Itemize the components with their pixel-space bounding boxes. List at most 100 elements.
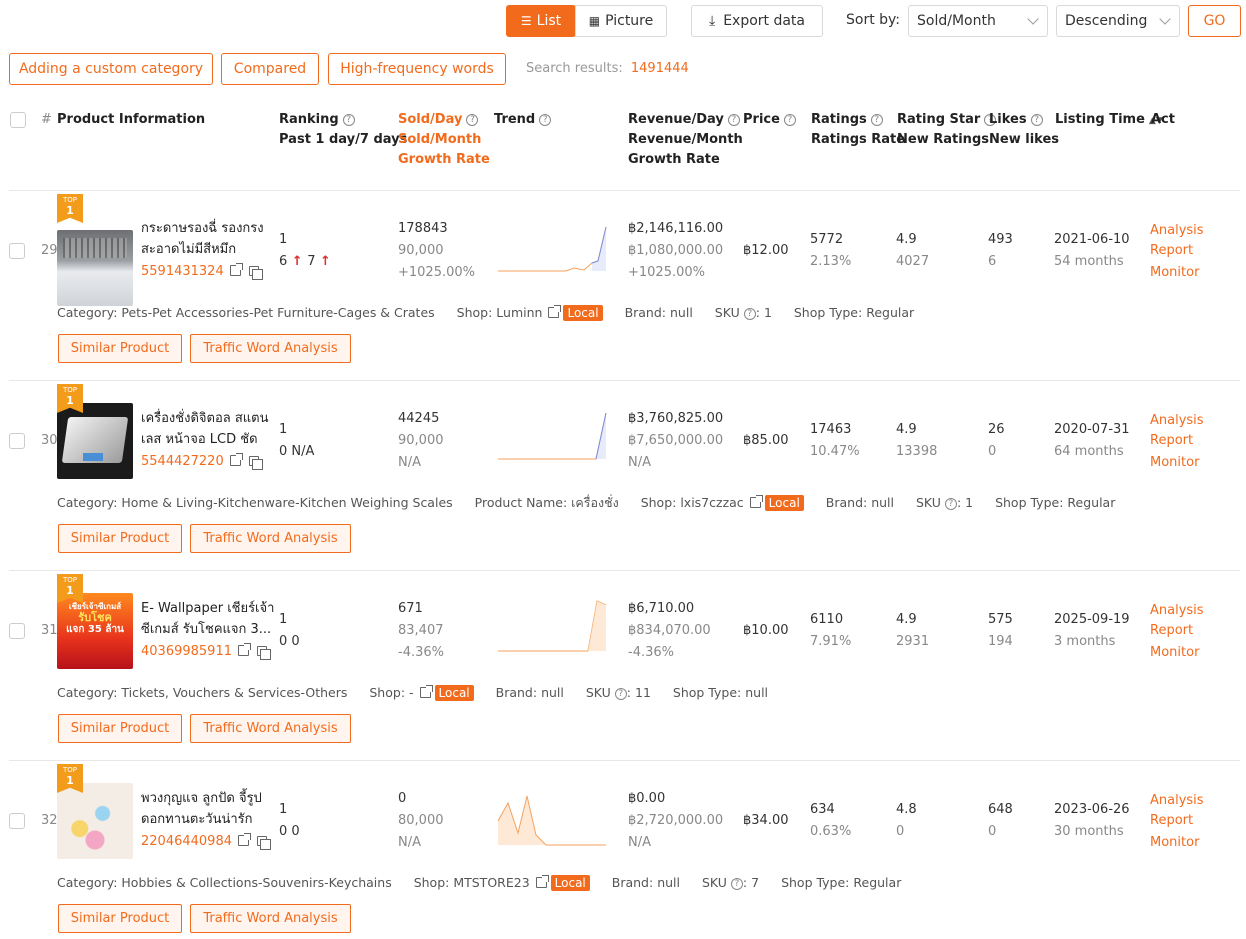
report-link[interactable]: Report: [1150, 620, 1193, 641]
external-link-icon[interactable]: [229, 263, 243, 276]
product-id[interactable]: 40369985911: [141, 643, 271, 660]
row-checkbox[interactable]: [9, 623, 25, 639]
product-name[interactable]: พวงกุญแจ ลูกปัด จี้รูปดอกทานตะวันน่ารัก …: [141, 788, 275, 830]
chevron-down-icon: [1159, 13, 1171, 25]
product-thumbnail[interactable]: [57, 403, 133, 479]
monitor-link[interactable]: Monitor: [1150, 832, 1199, 853]
help-icon[interactable]: ?: [783, 114, 796, 126]
similar-product-button[interactable]: Similar Product: [58, 714, 182, 743]
help-icon[interactable]: ?: [870, 114, 883, 126]
new-ratings: 0: [896, 824, 905, 839]
external-link-icon[interactable]: [419, 685, 433, 698]
help-icon[interactable]: ?: [539, 114, 552, 126]
list-view-button[interactable]: ☰ List: [506, 5, 576, 37]
external-link-icon[interactable]: [535, 875, 549, 888]
external-link-icon[interactable]: [548, 305, 562, 318]
monitor-link[interactable]: Monitor: [1150, 642, 1199, 663]
external-link-icon[interactable]: [749, 495, 763, 508]
price: ฿85.00: [743, 433, 789, 448]
traffic-word-analysis-button[interactable]: Traffic Word Analysis: [190, 904, 351, 933]
growth-rate: N/A: [398, 835, 421, 850]
similar-product-button[interactable]: Similar Product: [58, 524, 182, 553]
local-badge: Local: [550, 875, 590, 891]
compared-button[interactable]: Compared: [221, 53, 319, 85]
monitor-link[interactable]: Monitor: [1150, 262, 1199, 283]
copy-icon[interactable]: [248, 456, 263, 470]
trend-chart[interactable]: [496, 411, 608, 461]
select-all-checkbox[interactable]: [10, 112, 26, 128]
table-row: 31 เชียร์เจ้าซีเกมส์ รับโชค แจก 35 ล้าน …: [9, 570, 1240, 760]
shop-link[interactable]: MTSTORE23: [453, 875, 529, 890]
export-data-button[interactable]: ⤓ Export data: [691, 5, 823, 37]
help-icon[interactable]: ?: [342, 114, 355, 126]
revenue-month: ฿834,070.00: [628, 623, 711, 638]
product-thumbnail[interactable]: [57, 230, 133, 306]
traffic-word-analysis-button[interactable]: Traffic Word Analysis: [190, 334, 351, 363]
listing-age: 54 months: [1054, 254, 1124, 269]
report-link[interactable]: Report: [1150, 430, 1193, 451]
help-icon[interactable]: ?: [614, 688, 627, 700]
copy-icon[interactable]: [248, 266, 263, 280]
product-name[interactable]: เครื่องชั่งดิจิตอล สแตนเลส หน้าจอ LCD ชั…: [141, 408, 275, 450]
new-likes: 6: [988, 254, 997, 269]
product-thumbnail[interactable]: เชียร์เจ้าซีเกมส์ รับโชค แจก 35 ล้าน: [57, 593, 133, 669]
external-link-icon[interactable]: [229, 453, 243, 466]
analysis-link[interactable]: Analysis: [1150, 790, 1204, 811]
shop-link[interactable]: Luminn: [496, 305, 542, 320]
revenue-day: ฿6,710.00: [628, 601, 695, 616]
product-meta: Category: Hobbies & Collections-Souvenir…: [57, 875, 902, 891]
analysis-link[interactable]: Analysis: [1150, 410, 1204, 431]
external-link-icon[interactable]: [237, 643, 251, 656]
shop-link[interactable]: -: [409, 685, 414, 700]
product-name[interactable]: กระดาษรองฉี่ รองกรง สะอาดไม่มีสีหมึก 45x…: [141, 218, 275, 260]
sort-field-select[interactable]: Sold/Month: [908, 5, 1048, 37]
trend-chart[interactable]: [496, 599, 608, 653]
analysis-link[interactable]: Analysis: [1150, 600, 1204, 621]
col-listing-time[interactable]: Listing Time ▲▼: [1055, 110, 1163, 131]
sort-by-label: Sort by:: [846, 12, 901, 28]
product-name[interactable]: E- Wallpaper เชียร์เจ้าซีเกมส์ รับโชคแจก…: [141, 598, 275, 640]
row-checkbox[interactable]: [9, 243, 25, 259]
help-icon[interactable]: ?: [730, 878, 743, 890]
help-icon[interactable]: ?: [1030, 114, 1043, 126]
product-id[interactable]: 5544427220: [141, 453, 263, 470]
add-custom-category-button[interactable]: Adding a custom category: [9, 53, 213, 85]
similar-product-button[interactable]: Similar Product: [58, 904, 182, 933]
search-results: Search results: 1491444: [526, 61, 689, 76]
likes: 575: [988, 612, 1013, 627]
row-checkbox[interactable]: [9, 813, 25, 829]
ranking-change: 0 N/A: [279, 444, 315, 459]
sold-month: 83,407: [398, 623, 444, 638]
monitor-link[interactable]: Monitor: [1150, 452, 1199, 473]
similar-product-button[interactable]: Similar Product: [58, 334, 182, 363]
help-icon[interactable]: ?: [743, 308, 756, 320]
report-link[interactable]: Report: [1150, 240, 1193, 261]
go-button[interactable]: GO: [1188, 5, 1241, 37]
help-icon[interactable]: ?: [466, 114, 479, 126]
product-id[interactable]: 5591431324: [141, 263, 263, 280]
traffic-word-analysis-button[interactable]: Traffic Word Analysis: [190, 714, 351, 743]
shop-link[interactable]: lxis7czzac: [680, 495, 743, 510]
col-sold[interactable]: Sold/Day? Sold/Month Growth Rate: [398, 110, 490, 170]
help-icon[interactable]: ?: [944, 498, 957, 510]
copy-icon[interactable]: [256, 646, 271, 660]
trend-chart[interactable]: [496, 793, 608, 847]
trend-chart[interactable]: [496, 223, 608, 273]
revenue-day: ฿3,760,825.00: [628, 411, 724, 426]
growth-rate: +1025.00%: [398, 265, 476, 280]
sort-order-select[interactable]: Descending: [1056, 5, 1180, 37]
help-icon[interactable]: ?: [727, 114, 740, 126]
traffic-word-analysis-button[interactable]: Traffic Word Analysis: [190, 524, 351, 553]
report-link[interactable]: Report: [1150, 810, 1193, 831]
sold-day: 0: [398, 791, 407, 806]
product-thumbnail[interactable]: [57, 783, 133, 859]
copy-icon[interactable]: [256, 836, 271, 850]
ratings: 634: [810, 802, 835, 817]
picture-view-button[interactable]: ▦ Picture: [575, 5, 667, 37]
row-checkbox[interactable]: [9, 433, 25, 449]
product-id[interactable]: 22046440984: [141, 833, 271, 850]
external-link-icon[interactable]: [237, 833, 251, 846]
analysis-link[interactable]: Analysis: [1150, 220, 1204, 241]
ratings-rate: 10.47%: [810, 444, 860, 459]
high-frequency-words-button[interactable]: High-frequency words: [328, 53, 506, 85]
